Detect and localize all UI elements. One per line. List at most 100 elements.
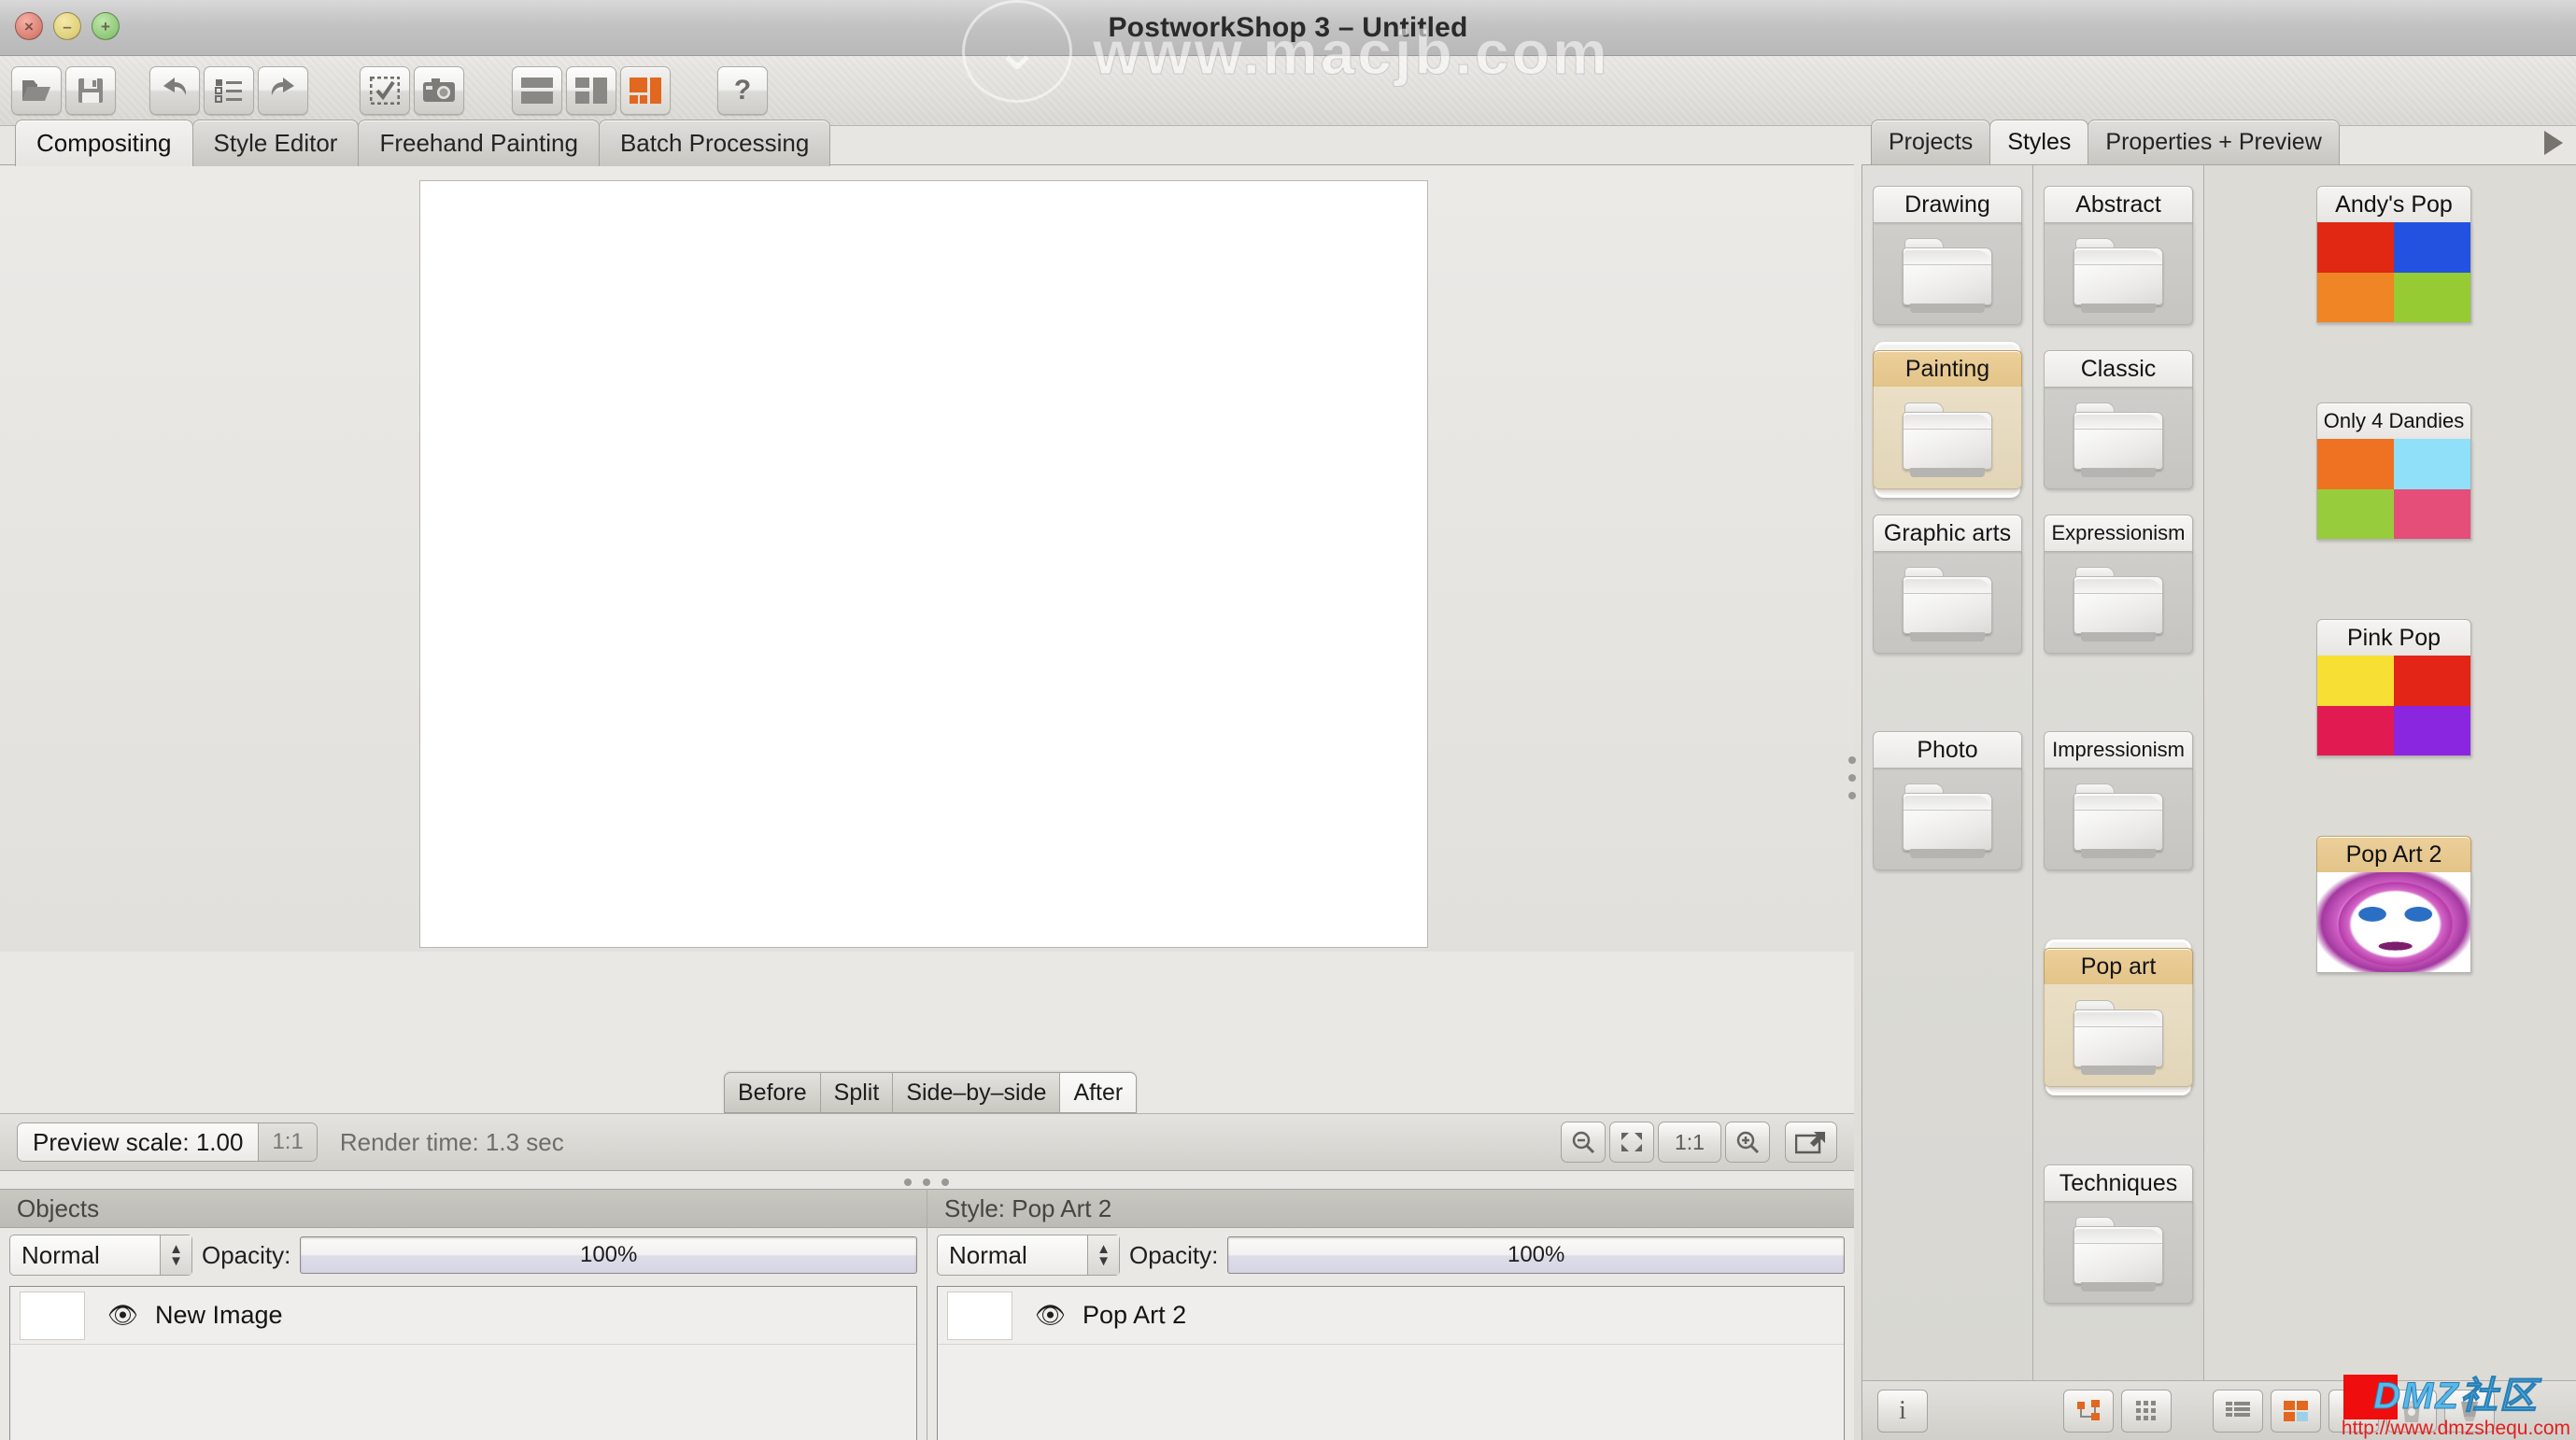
style-item-andys-pop[interactable]: Andy's Pop bbox=[2316, 186, 2471, 323]
detach-window-icon[interactable] bbox=[1785, 1122, 1837, 1163]
style-thumbnail bbox=[2316, 439, 2471, 540]
undo-icon[interactable] bbox=[149, 66, 200, 115]
style-thumbnail bbox=[2316, 656, 2471, 756]
vertical-splitter-handle[interactable] bbox=[1846, 756, 1859, 799]
swatch bbox=[2317, 272, 2394, 322]
expand-panel-arrow-icon[interactable] bbox=[2544, 131, 2563, 155]
layout-horizontal-icon[interactable] bbox=[512, 66, 562, 115]
tab-styles[interactable]: Styles bbox=[1989, 120, 2089, 164]
title-bar: × – + PostworkShop 3 – Untitled bbox=[0, 0, 2576, 56]
styles-browser-pane: Drawing Painting Graphic arts Photo Abst… bbox=[1861, 164, 2576, 1440]
eye-icon[interactable]: 👁 bbox=[1035, 1301, 1066, 1330]
application-window: × – + PostworkShop 3 – Untitled ⌄ www.ma… bbox=[0, 0, 2576, 1440]
actual-size-button[interactable]: 1:1 bbox=[1658, 1122, 1721, 1163]
swatch bbox=[2394, 222, 2470, 273]
folder-item-drawing[interactable]: Drawing bbox=[1873, 186, 2022, 325]
eye-icon[interactable]: 👁 bbox=[107, 1301, 138, 1330]
view-tab-before[interactable]: Before bbox=[725, 1073, 821, 1112]
view-mode-group bbox=[2063, 1389, 2172, 1433]
tab-freehand-painting-label: Freehand Painting bbox=[379, 129, 578, 157]
camera-icon[interactable] bbox=[414, 66, 464, 115]
select-check-icon[interactable] bbox=[360, 66, 410, 115]
objects-panel: Objects Normal ▲ ▼ Opacity: 100% 👁 New Im… bbox=[0, 1189, 927, 1440]
style-blend-mode-select[interactable]: Normal ▲ ▼ bbox=[937, 1235, 1120, 1276]
fit-to-window-icon[interactable] bbox=[1609, 1122, 1654, 1163]
folder-item-abstract[interactable]: Abstract bbox=[2044, 186, 2193, 325]
folder-item-impressionism[interactable]: Impressionism bbox=[2044, 731, 2193, 870]
folder-label: Expressionism bbox=[2044, 515, 2193, 552]
export-style-icon[interactable] bbox=[2444, 1389, 2495, 1433]
toolbar-group-layout bbox=[512, 66, 674, 115]
folder-item-pop-art[interactable]: Pop art bbox=[2044, 939, 2193, 1095]
canvas-area[interactable] bbox=[0, 165, 1854, 952]
layout-grid-icon[interactable] bbox=[620, 66, 671, 115]
objects-blend-mode-value: Normal bbox=[21, 1240, 100, 1269]
toolbar-group-file bbox=[11, 66, 120, 115]
style-opacity-label: Opacity: bbox=[1129, 1240, 1219, 1269]
folder-label: Abstract bbox=[2044, 186, 2193, 223]
zoom-out-icon[interactable] bbox=[1561, 1122, 1606, 1163]
view-tab-split[interactable]: Split bbox=[821, 1073, 894, 1112]
style-item-only-4-dandies[interactable]: Only 4 Dandies bbox=[2316, 402, 2471, 540]
style-layer-list[interactable]: 👁 Pop Art 2 bbox=[937, 1286, 1845, 1440]
tab-freehand-painting[interactable]: Freehand Painting bbox=[358, 120, 600, 166]
image-canvas[interactable] bbox=[419, 180, 1428, 948]
style-thumbnail-portrait bbox=[2316, 872, 2471, 973]
tab-compositing[interactable]: Compositing bbox=[15, 120, 193, 166]
objects-blend-row: Normal ▲ ▼ Opacity: 100% bbox=[0, 1228, 927, 1282]
toolbar-group-capture bbox=[360, 66, 468, 115]
tab-properties-preview[interactable]: Properties + Preview bbox=[2088, 120, 2340, 164]
style-opacity-slider[interactable]: 100% bbox=[1227, 1236, 1845, 1274]
objects-opacity-slider[interactable]: 100% bbox=[300, 1236, 917, 1274]
info-icon[interactable]: i bbox=[1877, 1389, 1928, 1433]
table-row[interactable]: 👁 New Image bbox=[10, 1287, 916, 1345]
tab-projects[interactable]: Projects bbox=[1871, 120, 1991, 164]
objects-panel-header: Objects bbox=[0, 1189, 927, 1228]
list-view-icon[interactable] bbox=[2213, 1389, 2263, 1433]
folder-item-classic[interactable]: Classic bbox=[2044, 350, 2193, 489]
view-tab-split-label: Split bbox=[833, 1079, 880, 1106]
icon-grid-view-icon[interactable] bbox=[2121, 1389, 2172, 1433]
chevron-updown-icon[interactable]: ▲ ▼ bbox=[1087, 1235, 1119, 1275]
folder-item-photo[interactable]: Photo bbox=[1873, 731, 2022, 870]
preview-scale-ratio[interactable]: 1:1 bbox=[258, 1123, 317, 1161]
tab-batch-processing[interactable]: Batch Processing bbox=[598, 120, 831, 166]
style-item-pop-art-2[interactable]: Pop Art 2 bbox=[2316, 836, 2471, 973]
style-item-pink-pop[interactable]: Pink Pop bbox=[2316, 619, 2471, 756]
folder-item-painting[interactable]: Painting bbox=[1873, 342, 2022, 498]
column-view-icon[interactable] bbox=[2271, 1389, 2321, 1433]
chevron-updown-icon[interactable]: ▲ ▼ bbox=[160, 1235, 191, 1275]
zoom-in-icon[interactable] bbox=[1725, 1122, 1770, 1163]
layout-split-icon[interactable] bbox=[566, 66, 616, 115]
history-list-icon[interactable] bbox=[204, 66, 254, 115]
tab-compositing-label: Compositing bbox=[36, 129, 172, 157]
layer-thumbnail bbox=[20, 1291, 85, 1340]
style-label: Pink Pop bbox=[2316, 619, 2471, 656]
folder-item-techniques[interactable]: Techniques bbox=[2044, 1165, 2193, 1304]
table-row[interactable]: 👁 Pop Art 2 bbox=[938, 1287, 1844, 1345]
swatch bbox=[2317, 439, 2394, 489]
view-tab-after[interactable]: After bbox=[1060, 1073, 1137, 1112]
watermark-red-block bbox=[2343, 1375, 2398, 1419]
styles-browser: Drawing Painting Graphic arts Photo Abst… bbox=[1862, 165, 2576, 1381]
preview-scale-control[interactable]: Preview scale: 1.00 1:1 bbox=[17, 1122, 318, 1162]
swatch bbox=[2317, 705, 2394, 755]
objects-layer-list[interactable]: 👁 New Image bbox=[9, 1286, 917, 1440]
folder-item-expressionism[interactable]: Expressionism bbox=[2044, 515, 2193, 654]
tree-view-icon[interactable] bbox=[2063, 1389, 2114, 1433]
help-icon[interactable]: ? bbox=[717, 66, 768, 115]
folder-icon bbox=[2044, 1201, 2193, 1304]
folder-label: Photo bbox=[1873, 731, 2022, 769]
horizontal-splitter-handle[interactable] bbox=[904, 1175, 949, 1190]
folder-icon bbox=[2044, 984, 2193, 1087]
open-icon[interactable] bbox=[11, 66, 62, 115]
folder-item-graphic-arts[interactable]: Graphic arts bbox=[1873, 515, 2022, 654]
window-title: PostworkShop 3 – Untitled bbox=[1108, 12, 1468, 43]
view-tab-side-by-side[interactable]: Side–by–side bbox=[893, 1073, 1061, 1112]
main-tab-bar: Compositing Style Editor Freehand Painti… bbox=[15, 120, 831, 166]
redo-icon[interactable] bbox=[258, 66, 308, 115]
tab-style-editor[interactable]: Style Editor bbox=[191, 120, 360, 166]
save-icon[interactable] bbox=[65, 66, 116, 115]
objects-blend-mode-select[interactable]: Normal ▲ ▼ bbox=[9, 1235, 192, 1276]
swatch bbox=[2394, 272, 2470, 322]
